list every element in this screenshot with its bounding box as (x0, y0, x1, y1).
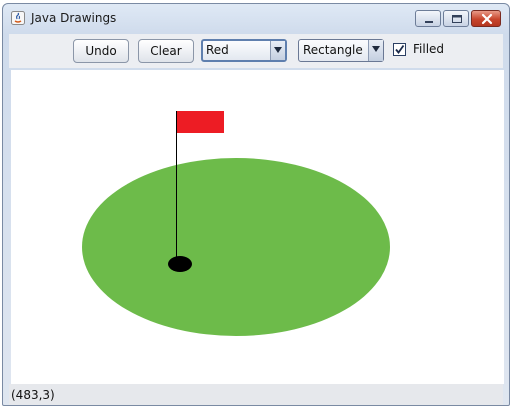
filled-checkbox-label: Filled (413, 42, 445, 56)
title-bar[interactable]: Java Drawings (3, 4, 509, 32)
maximize-button[interactable] (443, 10, 469, 27)
color-select-dropdown-button[interactable] (270, 41, 285, 60)
window-title: Java Drawings (31, 11, 117, 25)
java-app-icon (11, 11, 25, 25)
clear-button[interactable]: Clear (138, 39, 194, 63)
minimize-button[interactable] (415, 10, 441, 27)
green-oval (82, 158, 390, 336)
color-select[interactable]: Red (201, 39, 287, 62)
red-flag-rectangle (176, 111, 224, 133)
black-hole-oval (168, 256, 192, 272)
close-icon (481, 13, 493, 25)
minimize-icon (425, 21, 433, 23)
shape-select[interactable]: Rectangle (298, 39, 384, 62)
cursor-coordinates: (483,3) (11, 388, 55, 402)
filled-checkbox[interactable] (393, 43, 406, 56)
chevron-down-icon (372, 46, 380, 52)
drawing-canvas[interactable] (11, 70, 504, 384)
status-bar: (483,3) (9, 384, 503, 405)
color-select-value: Red (206, 43, 229, 57)
shape-select-dropdown-button[interactable] (368, 40, 383, 61)
toolbar: Undo Clear Red Rectangle Filled (9, 34, 503, 68)
maximize-icon (452, 15, 462, 23)
undo-button[interactable]: Undo (73, 39, 129, 63)
app-window: Java Drawings Undo Clear Red Rectangle F… (2, 3, 510, 406)
close-button[interactable] (471, 10, 501, 27)
shape-select-value: Rectangle (303, 43, 363, 57)
checkmark-icon (395, 44, 405, 54)
chevron-down-icon (274, 47, 282, 53)
